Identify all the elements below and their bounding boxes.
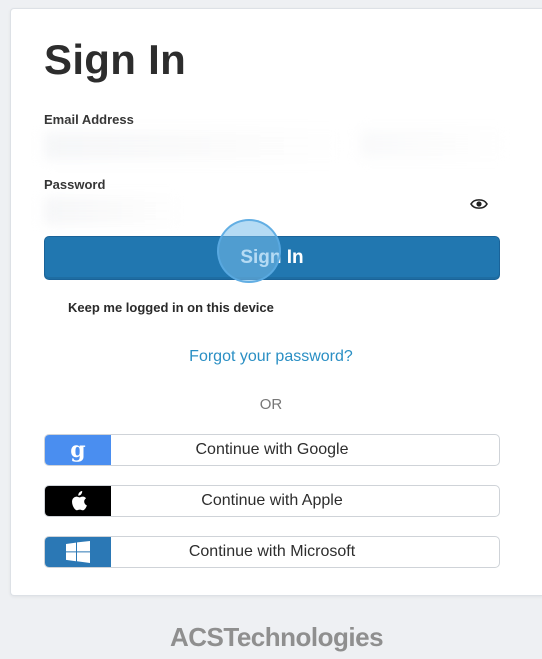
- password-field[interactable]: [44, 197, 184, 225]
- microsoft-signin-button[interactable]: Continue with Microsoft: [44, 536, 500, 568]
- email-field-blur: [360, 130, 510, 158]
- or-divider: OR: [259, 396, 283, 413]
- apple-signin-button[interactable]: Continue with Apple: [44, 485, 500, 517]
- apple-icon: [45, 486, 111, 516]
- keep-logged-in-label: Keep me logged in on this device: [68, 299, 274, 315]
- google-signin-label: Continue with Google: [195, 441, 349, 458]
- apple-signin-label: Continue with Apple: [201, 492, 343, 509]
- forgot-password-link[interactable]: Forgot your password?: [0, 348, 542, 366]
- email-field[interactable]: [44, 132, 344, 160]
- signin-button[interactable]: Sign In: [44, 236, 500, 280]
- keep-logged-in-row[interactable]: Keep me logged in on this device: [44, 296, 274, 318]
- password-label: Password: [44, 177, 106, 192]
- email-label: Email Address: [44, 112, 134, 127]
- keep-logged-in-checkbox[interactable]: [44, 299, 60, 315]
- page-title: Sign In: [44, 36, 187, 83]
- google-icon: g: [45, 435, 111, 465]
- microsoft-signin-label: Continue with Microsoft: [188, 543, 356, 560]
- google-signin-button[interactable]: g Continue with Google: [44, 434, 500, 466]
- svg-text:g: g: [70, 438, 85, 462]
- windows-icon: [45, 537, 111, 567]
- acs-technologies-logo: ACSTechnologies: [170, 622, 384, 652]
- eye-icon[interactable]: [470, 197, 488, 211]
